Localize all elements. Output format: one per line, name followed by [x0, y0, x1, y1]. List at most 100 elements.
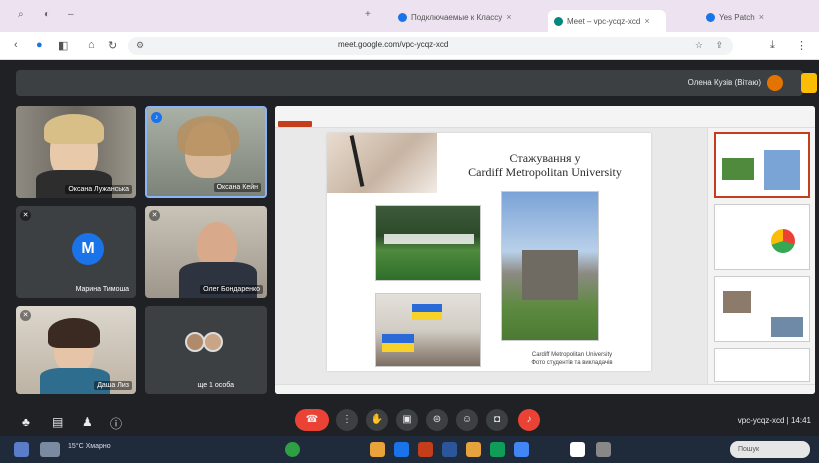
chat-icon[interactable]: ▤ [52, 415, 63, 429]
presenter-avatar [767, 75, 783, 91]
yes-favicon-icon [706, 12, 715, 22]
participant-hair [44, 114, 104, 144]
emoji-button[interactable]: ☺ [456, 409, 478, 431]
file-explorer-icon[interactable] [370, 442, 385, 457]
meeting-info: vpc-ycqz-xcd | 14:41 [737, 416, 811, 425]
caption-line: Фото студентів та викладачів [531, 360, 613, 366]
close-icon[interactable]: × [759, 12, 764, 22]
mic-off-icon: ✕ [20, 210, 31, 221]
others-tile[interactable]: ще 1 особа [145, 306, 267, 394]
app-icon[interactable] [596, 442, 611, 457]
present-button[interactable]: ▣ [396, 409, 418, 431]
minimize-strip-icon[interactable]: – [68, 9, 74, 20]
castle-ruin [522, 250, 578, 300]
tab-label: Подключаемые к Классу [411, 12, 503, 22]
edge-icon[interactable] [490, 442, 505, 457]
others-count-label: ще 1 особа [197, 382, 234, 389]
participant-name: Оксана Кейн [213, 183, 261, 192]
slide-thumbnail[interactable] [714, 348, 810, 382]
downloads-icon[interactable]: ⤓ [770, 39, 775, 52]
app-icon[interactable] [514, 442, 529, 457]
chrome-icon[interactable] [394, 442, 409, 457]
slide-canvas[interactable]: Стажування у Cardiff Metropolitan Univer… [327, 133, 651, 371]
slide-title-line: Cardiff Metropolitan University [468, 165, 622, 179]
close-icon[interactable]: × [644, 16, 649, 26]
tab-meet[interactable]: Meet – vpc-ycqz-xcd × [548, 10, 666, 32]
thumb-pie-chart [771, 229, 795, 253]
participant-hair [48, 318, 100, 348]
mic-off-icon: ✕ [149, 210, 160, 221]
caption-line: Cardiff Metropolitan University [531, 352, 613, 358]
reload-icon[interactable]: ↻ [108, 39, 117, 52]
meeting-time: 14:41 [790, 416, 811, 425]
slide-caption: Cardiff Metropolitan University Фото сту… [507, 351, 637, 367]
tab-yes-patch[interactable]: Yes Patch × [700, 8, 800, 26]
info-icon[interactable]: ⓘ [110, 415, 122, 432]
thumb-image [771, 317, 803, 337]
menu-icon[interactable]: ⋮ [796, 39, 807, 52]
new-tab-icon[interactable]: + [365, 9, 371, 20]
captions-button[interactable]: ⊜ [426, 409, 448, 431]
ribbon-toolbar [335, 112, 685, 118]
participant-tile[interactable]: ✕ Даша Лиз [16, 306, 136, 394]
stadium-sign [384, 234, 474, 244]
task-view-icon[interactable] [40, 442, 60, 457]
ukraine-flag-icon [382, 334, 414, 352]
raise-hand-button[interactable]: ✋ [366, 409, 388, 431]
tab-label: Meet – vpc-ycqz-xcd [567, 16, 641, 26]
participant-name: Оксана Лужанська [65, 185, 132, 194]
taskbar-search[interactable]: Пошук [730, 441, 810, 458]
slide-thumbnail[interactable] [714, 276, 810, 342]
participant-tile[interactable]: ♪ Оксана Кейн [145, 106, 267, 198]
store-icon[interactable] [570, 442, 585, 457]
start-icon[interactable] [14, 442, 29, 457]
camera-button[interactable]: ◘ [486, 409, 508, 431]
weather-widget[interactable]: 15°C Хмарно [68, 443, 111, 450]
slide-thumbnail[interactable] [714, 204, 810, 270]
sidebar-icon[interactable]: ◧ [58, 39, 68, 52]
more-options-button[interactable]: ⋮ [336, 409, 358, 431]
group-photo [375, 293, 481, 367]
avatar [203, 332, 223, 352]
slide-thumbnails [707, 128, 815, 384]
participant-tile[interactable]: ✕ Олег Бондаренко [145, 206, 267, 298]
leave-call-button[interactable]: ☎ [295, 409, 329, 431]
meeting-code: vpc-ycqz-xcd [737, 416, 785, 425]
speaking-indicator-icon: ♪ [151, 112, 162, 123]
thumb-image [723, 291, 751, 313]
address-bar[interactable]: ⚙ meet.google.com/vpc-ycqz-xcd ☆ ⇪ [128, 37, 733, 55]
word-icon[interactable] [442, 442, 457, 457]
meet-favicon-icon [554, 16, 563, 26]
powerpoint-icon[interactable] [418, 442, 433, 457]
tab-classroom[interactable]: Подключаемые к Классу × [392, 8, 522, 26]
back-icon[interactable]: ‹ [14, 39, 18, 51]
app-icon[interactable] [285, 442, 300, 457]
participants-icon[interactable]: ♟ [82, 415, 93, 429]
mic-button[interactable]: ♪ [518, 409, 540, 431]
slide-title-line: Стажування у [509, 151, 581, 165]
thumb-image [722, 158, 754, 180]
slide-thumbnail[interactable] [714, 132, 810, 198]
presenter-label: Олена Кузів (Вітаю) [687, 78, 761, 87]
share-icon[interactable]: ⇪ [715, 40, 723, 51]
people-icon[interactable]: ♣ [22, 415, 30, 429]
participant-name: Олег Бондаренко [200, 285, 263, 294]
profile-icon[interactable]: ◐ [44, 9, 50, 20]
folder-icon[interactable] [466, 442, 481, 457]
close-icon[interactable]: × [506, 12, 511, 22]
bookmark-icon[interactable]: ☆ [695, 40, 703, 51]
participant-tile[interactable]: Оксана Лужанська [16, 106, 136, 198]
participant-tile[interactable]: ✕ M Марина Тимоша [16, 206, 136, 298]
stadium-photo [375, 205, 481, 281]
extension-icon[interactable]: ● [36, 39, 43, 51]
avatar: M [72, 233, 104, 265]
mic-off-icon: ✕ [20, 310, 31, 321]
home-icon[interactable]: ⌂ [88, 39, 95, 51]
participants-panel-button[interactable] [801, 73, 817, 93]
pp-file-button[interactable] [278, 121, 312, 127]
site-info-icon[interactable]: ⚙ [136, 40, 144, 51]
pen-shape [349, 135, 365, 187]
slide-editor: Стажування у Cardiff Metropolitan Univer… [275, 128, 707, 384]
slide-title: Стажування у Cardiff Metropolitan Univer… [445, 151, 645, 179]
tab-search-icon[interactable]: ⌕ [18, 9, 24, 20]
